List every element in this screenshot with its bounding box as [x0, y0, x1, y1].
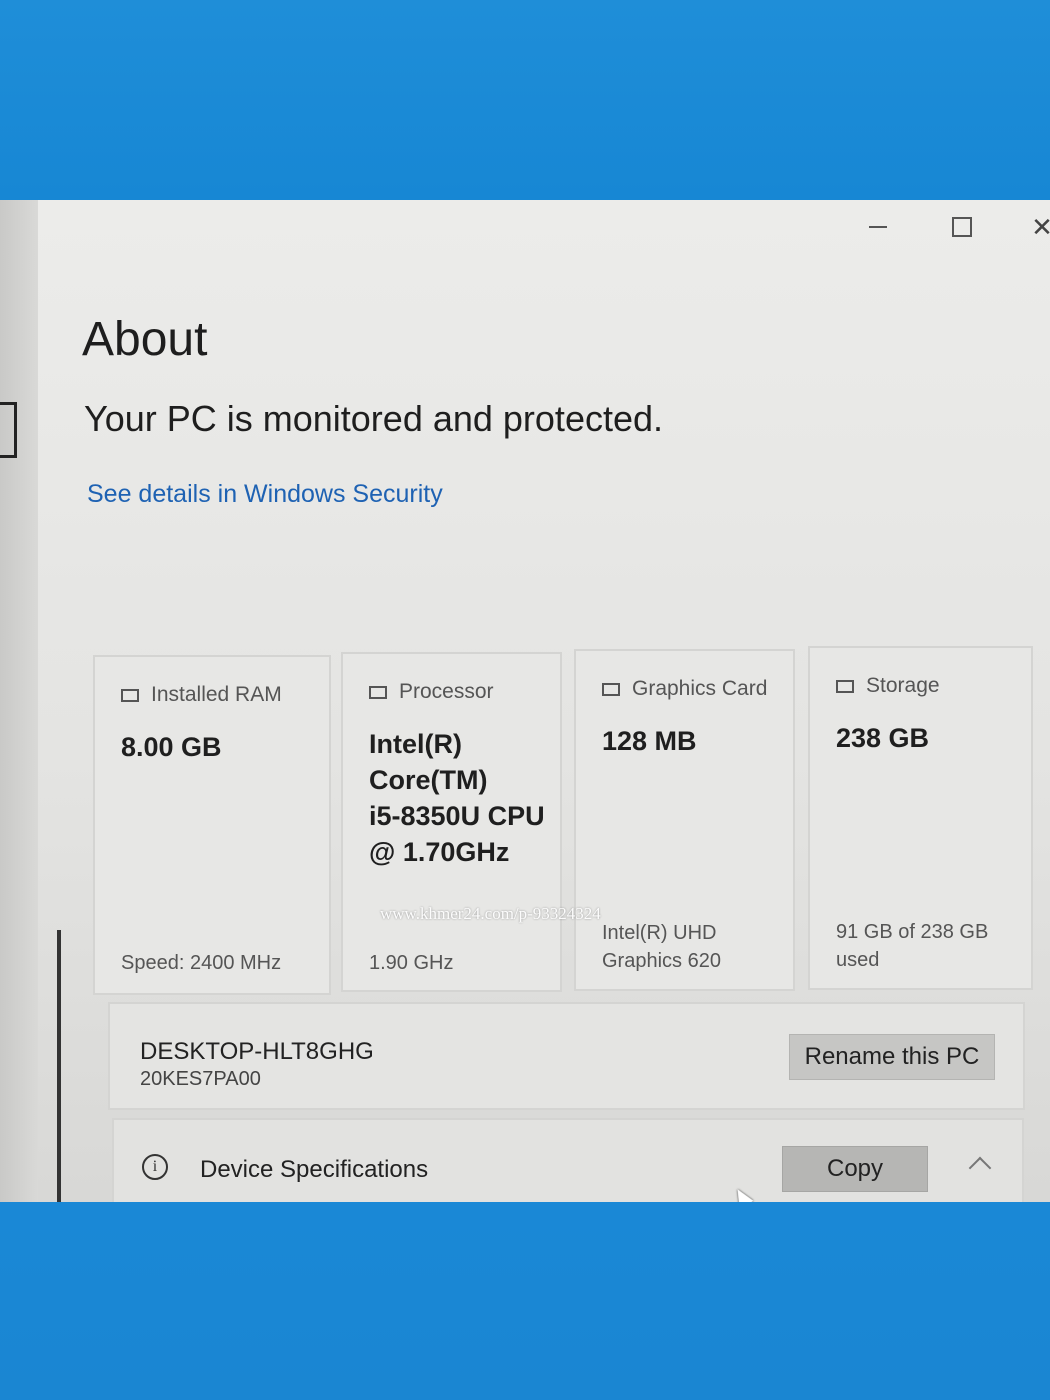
card-label: Graphics Card [632, 677, 768, 700]
card-footer: Speed: 2400 MHz [121, 952, 282, 974]
card-footer: 1.90 GHz [369, 952, 454, 974]
card-value: 128 MB [602, 726, 697, 756]
pc-name: DESKTOP-HLT8GHG [140, 1038, 374, 1065]
card-header: Storage [836, 674, 940, 698]
installed-ram-card: Installed RAM 8.00 GB Speed: 2400 MHz [93, 655, 331, 995]
info-icon: i [142, 1154, 168, 1180]
card-label: Processor [399, 680, 494, 703]
card-footer: Intel(R) UHD Graphics 620 [602, 922, 721, 972]
processor-card: Processor Intel(R) Core(TM) i5-8350U CPU… [341, 652, 562, 992]
storage-icon [836, 679, 854, 693]
chevron-up-icon[interactable] [968, 1156, 992, 1180]
vertical-divider [57, 930, 61, 1202]
close-button[interactable]: ✕ [1022, 212, 1050, 242]
device-specifications-label: Device Specifications [200, 1156, 429, 1183]
card-value: 8.00 GB [121, 732, 222, 762]
card-header: Installed RAM [121, 683, 282, 707]
card-value: Intel(R) Core(TM) i5-8350U CPU @ 1.70GHz [369, 729, 545, 867]
card-value: 238 GB [836, 723, 930, 753]
card-footer: 91 GB of 238 GB used [836, 921, 989, 971]
monitor-icon [602, 682, 620, 696]
minimize-icon [869, 226, 887, 228]
storage-card: Storage 238 GB 91 GB of 238 GB used [808, 646, 1033, 990]
left-sidebar-edge [0, 200, 38, 1202]
maximize-button[interactable] [942, 212, 982, 242]
settings-window: ✕ About Your PC is monitored and protect… [0, 200, 1050, 1202]
copy-button[interactable]: Copy [782, 1146, 928, 1192]
card-label: Installed RAM [151, 683, 282, 706]
card-header: Graphics Card [602, 677, 767, 701]
device-specifications-panel[interactable]: i Device Specifications Copy [112, 1118, 1024, 1202]
watermark: www.khmer24.com/p-93324324 [380, 904, 601, 923]
protection-status: Your PC is monitored and protected. [84, 398, 664, 439]
pc-model: 20KES7PA00 [140, 1068, 261, 1090]
minimize-button[interactable] [858, 212, 898, 242]
card-header: Processor [369, 680, 494, 704]
pc-name-panel: DESKTOP-HLT8GHG 20KES7PA00 Rename this P… [108, 1002, 1025, 1110]
card-label: Storage [866, 674, 940, 697]
processor-icon [369, 685, 387, 699]
graphics-card-card: Graphics Card 128 MB Intel(R) UHD Graphi… [574, 649, 795, 991]
maximize-icon [952, 217, 972, 237]
windows-security-link[interactable]: See details in Windows Security [87, 480, 443, 509]
rename-pc-button[interactable]: Rename this PC [789, 1034, 995, 1080]
page-title: About [82, 313, 208, 366]
memory-icon [121, 688, 139, 702]
close-icon: ✕ [1031, 211, 1050, 242]
sidebar-selection-mark [0, 402, 17, 458]
